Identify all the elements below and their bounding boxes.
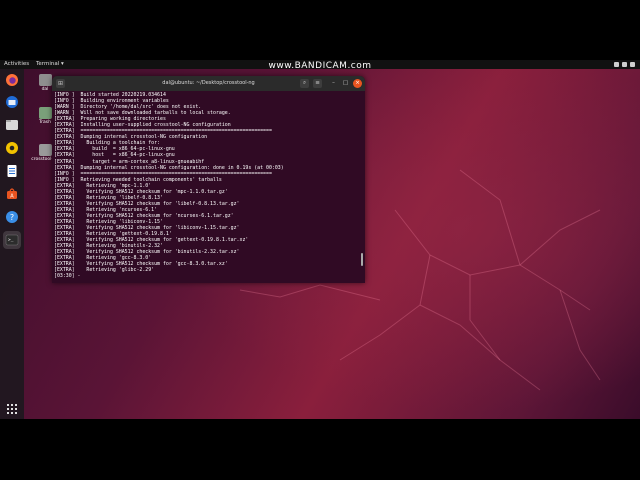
search-icon[interactable]: ⌕ — [300, 79, 309, 88]
menu-icon[interactable]: ≡ — [313, 79, 322, 88]
rhythmbox-icon[interactable] — [3, 139, 21, 157]
close-icon[interactable]: × — [353, 79, 362, 88]
folder-icon — [38, 144, 52, 156]
trash-icon — [38, 107, 52, 119]
home-folder-icon — [38, 74, 52, 86]
terminal-icon[interactable]: >_ — [3, 231, 21, 249]
firefox-icon[interactable] — [3, 71, 21, 89]
thunderbird-icon[interactable] — [3, 93, 21, 111]
desktop-icon-label: Trash — [39, 120, 51, 125]
terminal-title: dal@ubuntu: ~/Desktop/crosstool-ng — [162, 80, 255, 86]
minimize-icon[interactable]: – — [329, 79, 338, 88]
svg-text:>_: >_ — [8, 238, 14, 243]
terminal-titlebar[interactable]: ⊞ dal@ubuntu: ~/Desktop/crosstool-ng ⌕ ≡… — [52, 76, 365, 91]
desktop-icon-label: dal — [41, 87, 49, 92]
maximize-icon[interactable]: □ — [341, 79, 350, 88]
terminal-line: [03:30] - — [54, 273, 81, 280]
terminal-scrollbar[interactable] — [361, 253, 363, 266]
terminal-output[interactable]: [INFO ] Build started 20220219.034614 [IN… — [52, 91, 365, 279]
terminal-window[interactable]: ⊞ dal@ubuntu: ~/Desktop/crosstool-ng ⌕ ≡… — [52, 76, 365, 283]
files-icon[interactable] — [3, 116, 21, 134]
svg-text:?: ? — [10, 213, 14, 222]
bandicam-watermark: www.BANDICAM.com — [268, 61, 372, 71]
new-tab-icon[interactable]: ⊞ — [56, 79, 65, 88]
svg-text:A: A — [10, 194, 14, 200]
software-icon[interactable]: A — [3, 185, 21, 203]
dock: A ? >_ — [0, 69, 24, 419]
show-applications-icon[interactable] — [3, 400, 21, 418]
desktop-screen: A ? >_ dal Trash crosstool-ng Activities… — [0, 60, 640, 419]
help-icon[interactable]: ? — [3, 208, 21, 226]
libreoffice-writer-icon[interactable] — [3, 162, 21, 180]
